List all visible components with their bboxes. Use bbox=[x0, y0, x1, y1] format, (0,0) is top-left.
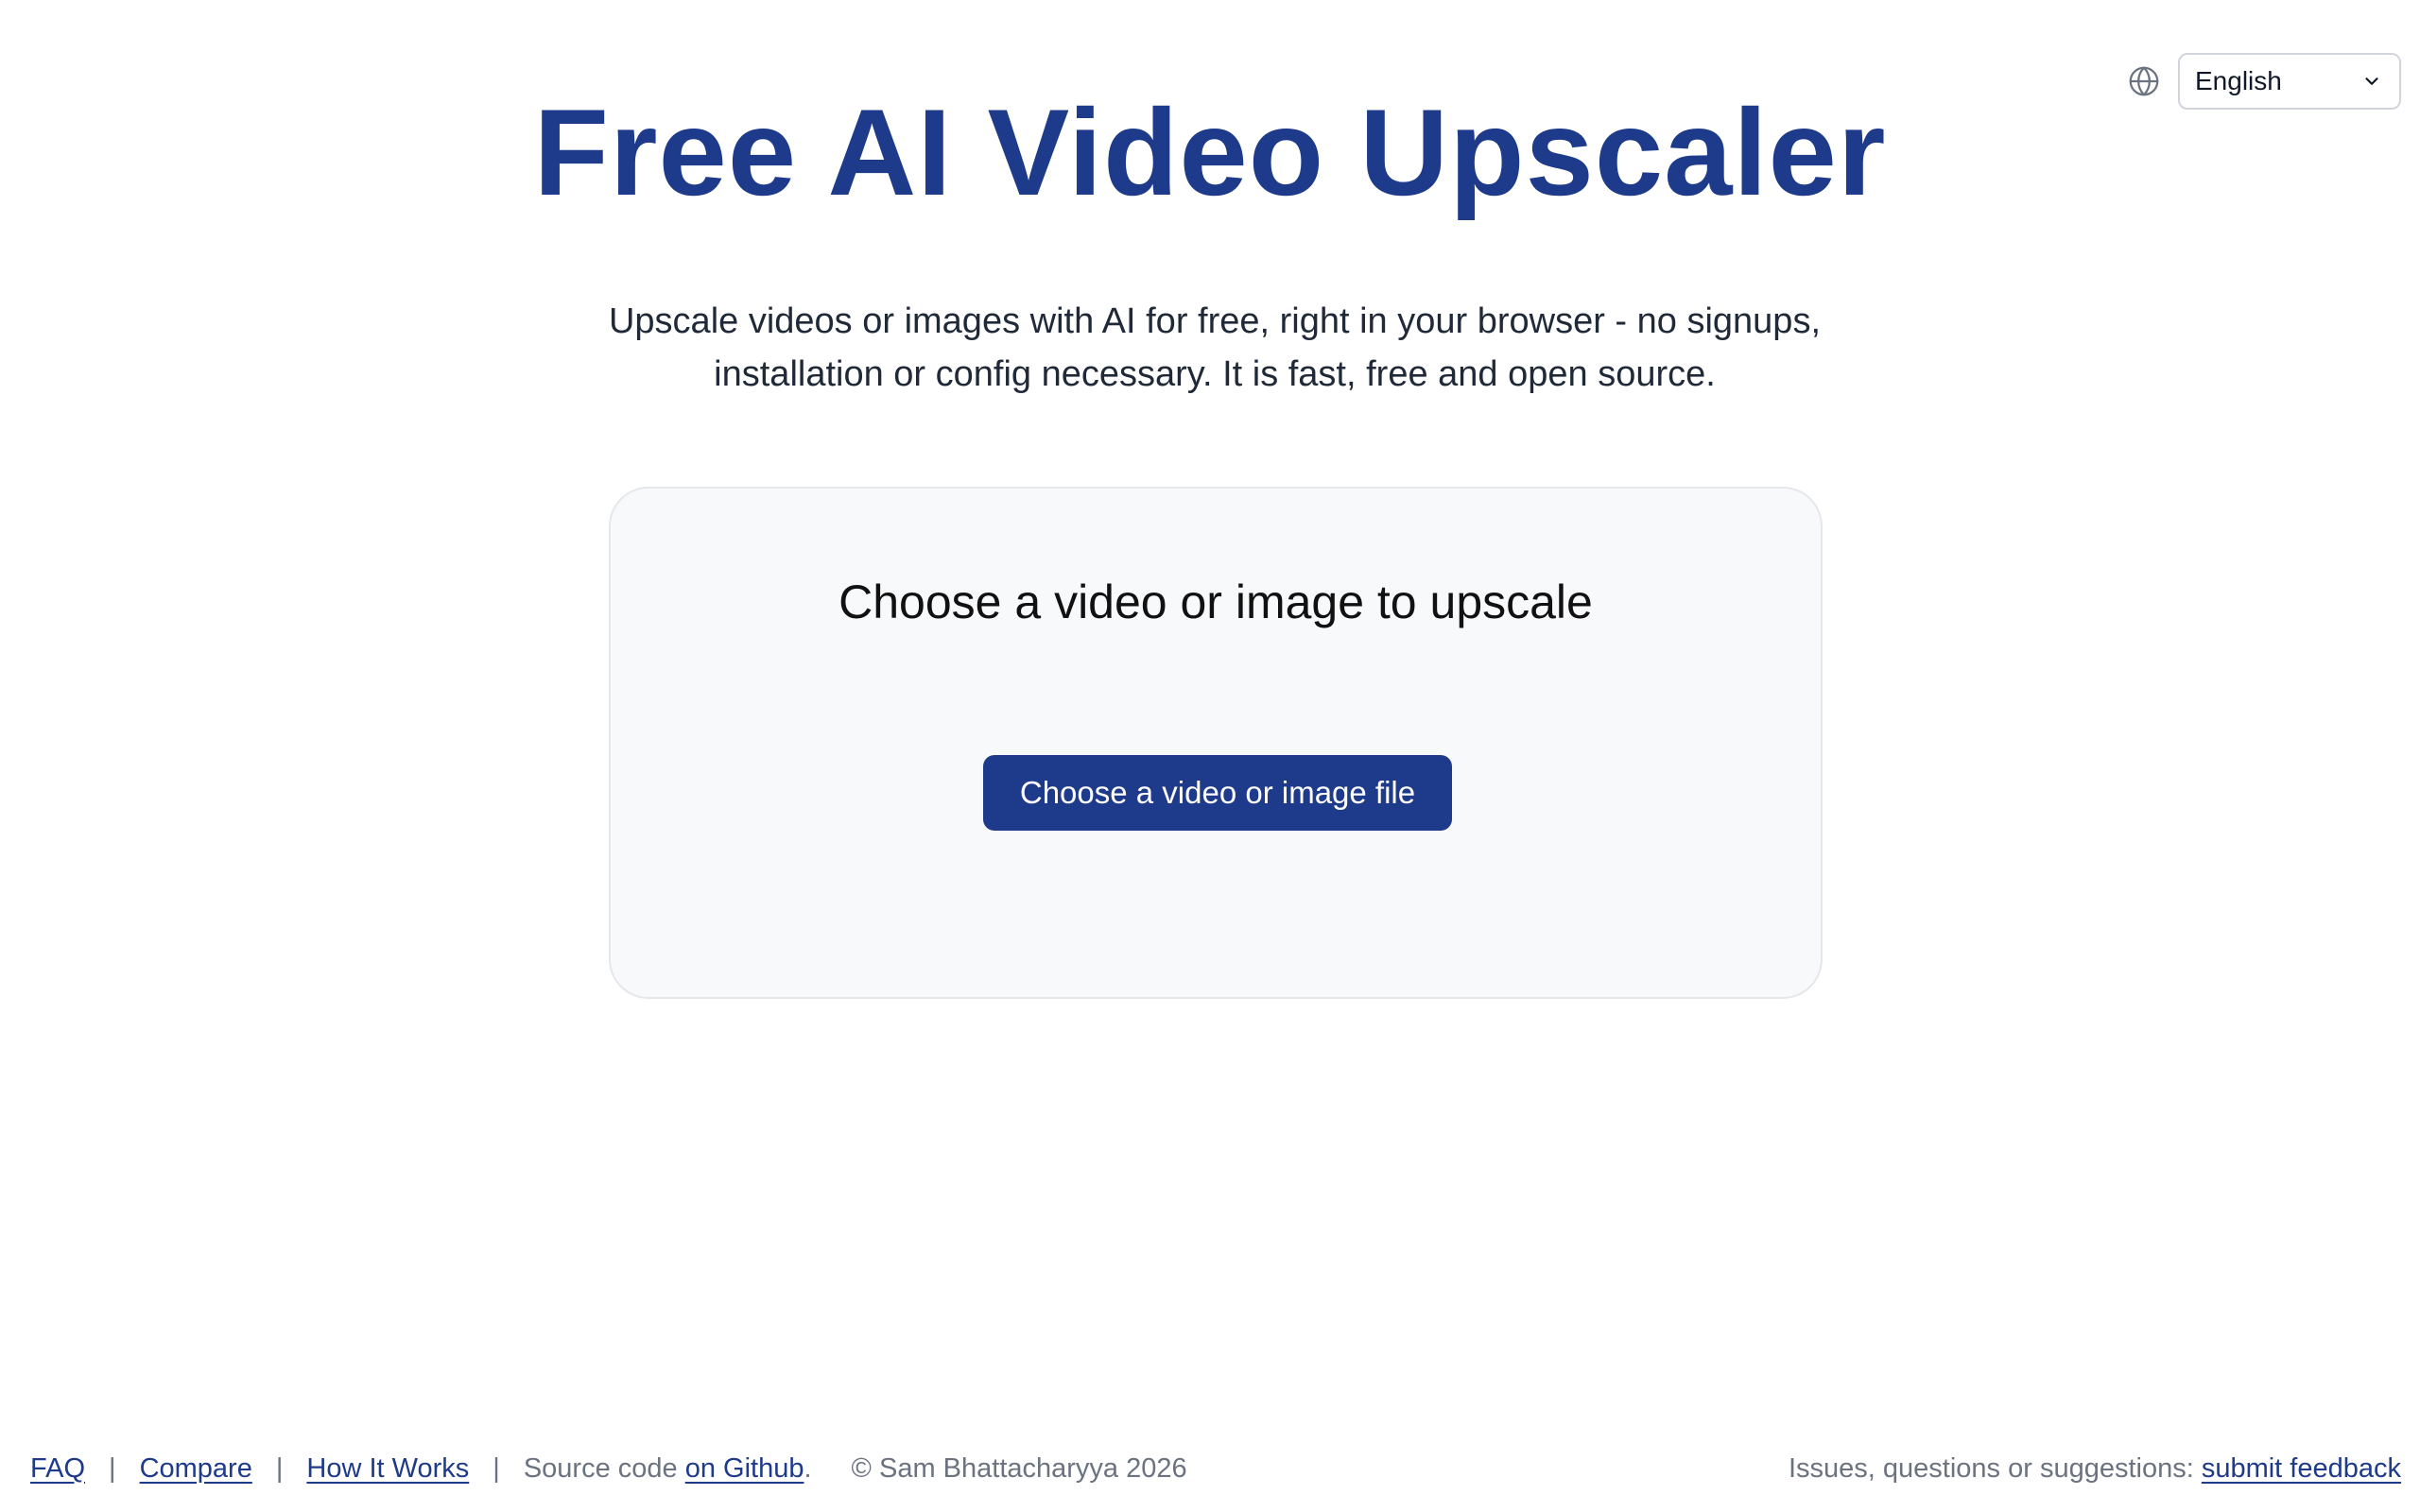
footer-left: FAQ | Compare | How It Works | Source co… bbox=[30, 1453, 1187, 1485]
footer-separator: | bbox=[493, 1452, 500, 1484]
footer-separator: | bbox=[109, 1452, 116, 1484]
how-it-works-link[interactable]: How It Works bbox=[306, 1453, 469, 1485]
footer: FAQ | Compare | How It Works | Source co… bbox=[30, 1448, 2401, 1489]
upload-card: Choose a video or image to upscale Choos… bbox=[609, 487, 1823, 999]
faq-link[interactable]: FAQ bbox=[30, 1453, 85, 1485]
choose-file-button[interactable]: Choose a video or image file bbox=[983, 755, 1452, 831]
footer-separator: | bbox=[275, 1452, 284, 1484]
upload-heading: Choose a video or image to upscale bbox=[838, 576, 1593, 628]
copyright-text: © Sam Bhattacharyya 2026 bbox=[851, 1452, 1187, 1484]
source-code-suffix: . bbox=[804, 1452, 812, 1484]
compare-link[interactable]: Compare bbox=[140, 1453, 252, 1485]
submit-feedback-link[interactable]: submit feedback bbox=[2202, 1453, 2401, 1485]
footer-right: Issues, questions or suggestions: submit… bbox=[1789, 1453, 2401, 1485]
page: English Free AI Video Upscaler Upscale v… bbox=[0, 0, 2420, 1512]
github-link[interactable]: on Github bbox=[685, 1453, 804, 1485]
source-code-text: Source code bbox=[523, 1452, 685, 1484]
feedback-prompt: Issues, questions or suggestions: bbox=[1788, 1452, 2202, 1484]
intro-text: Upscale videos or images with AI for fre… bbox=[608, 301, 1822, 394]
page-title: Free AI Video Upscaler bbox=[533, 83, 1887, 221]
